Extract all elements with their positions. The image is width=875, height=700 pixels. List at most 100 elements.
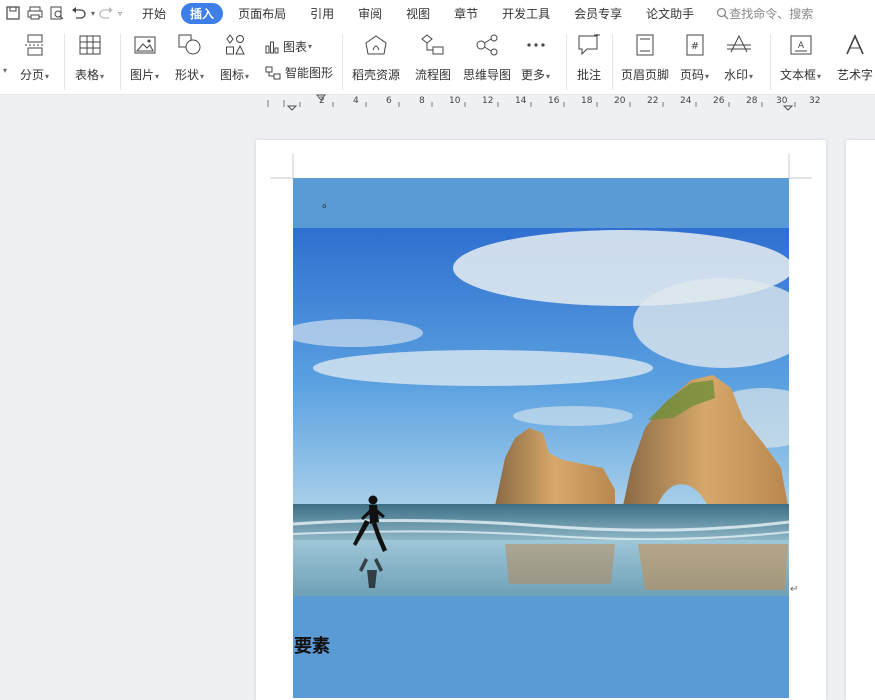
docer-resources-label: 稻壳资源 xyxy=(352,68,401,82)
page-break-icon xyxy=(22,32,48,58)
chart-label: 图表 xyxy=(283,40,308,54)
icon-label: 图标 xyxy=(220,68,245,82)
divider xyxy=(770,34,771,90)
wordart-icon xyxy=(842,32,868,58)
chart-button[interactable]: 图表 ▾ xyxy=(265,38,312,55)
customize-toolbar-icon[interactable]: ▿ xyxy=(118,9,122,18)
comment-button[interactable]: 批注 xyxy=(576,32,602,83)
shape-label: 形状 xyxy=(175,68,200,82)
svg-text:#: # xyxy=(690,41,698,52)
print-icon[interactable] xyxy=(24,2,46,24)
flowchart-label: 流程图 xyxy=(415,68,452,82)
divider xyxy=(120,34,121,90)
wordart-label: 艺术字 xyxy=(837,68,874,82)
more-icon xyxy=(523,32,549,58)
more-label: 更多 xyxy=(521,68,546,82)
undo-icon[interactable] xyxy=(68,2,90,24)
wordart-button[interactable]: 艺术字 xyxy=(837,32,873,83)
ruler-number: 30 xyxy=(776,96,788,106)
mindmap-label: 思维导图 xyxy=(463,68,512,82)
tabs: 开始 插入 页面布局 引用 审阅 视图 章节 开发工具 会员专享 论文助手 xyxy=(130,2,706,24)
shape-icon xyxy=(177,32,203,58)
chart-icon xyxy=(265,41,279,53)
ruler-number: 32 xyxy=(809,96,821,106)
textbox-icon: A xyxy=(788,32,814,58)
ruler-number: 24 xyxy=(680,96,692,106)
more-button[interactable]: 更多▾ xyxy=(521,32,550,83)
page-number-icon: # xyxy=(682,32,708,58)
paragraph-mark: ↵ xyxy=(790,584,799,595)
textbox-label: 文本框 xyxy=(780,68,817,82)
smart-art-label: 智能图形 xyxy=(285,66,334,80)
flowchart-button[interactable]: 流程图 xyxy=(415,32,451,83)
picture-label: 图片 xyxy=(130,68,155,82)
tab-home[interactable]: 开始 xyxy=(133,3,175,24)
tab-page-layout[interactable]: 页面布局 xyxy=(229,3,295,24)
page-break-label: 分页 xyxy=(20,68,45,82)
ruler-number: 28 xyxy=(746,96,758,106)
smart-art-button[interactable]: 智能图形 xyxy=(265,64,333,81)
picture-button[interactable]: 图片▾ xyxy=(130,32,159,83)
ruler-number: 18 xyxy=(581,96,593,106)
page-break-button[interactable]: 分页▾ xyxy=(20,32,49,83)
watermark-label: 水印 xyxy=(724,68,749,82)
table-button[interactable]: 表格▾ xyxy=(75,32,104,83)
ruler-number: 20 xyxy=(614,96,626,106)
ruler-number: 26 xyxy=(713,96,725,106)
watermark-button[interactable]: 水印▾ xyxy=(724,32,753,83)
paragraph-text: 。 xyxy=(322,196,335,210)
mindmap-button[interactable]: 思维导图 xyxy=(463,32,511,83)
search-icon xyxy=(717,7,729,19)
comment-label: 批注 xyxy=(576,68,601,82)
tab-developer[interactable]: 开发工具 xyxy=(493,3,559,24)
redo-icon[interactable] xyxy=(95,2,117,24)
tab-section[interactable]: 章节 xyxy=(445,3,487,24)
divider xyxy=(612,34,613,90)
inserted-picture[interactable] xyxy=(293,228,789,596)
divider xyxy=(64,34,65,90)
textbox-button[interactable]: A 文本框▾ xyxy=(780,32,821,83)
tab-insert[interactable]: 插入 xyxy=(181,2,224,24)
command-search[interactable]: 查找命令、搜索 xyxy=(716,5,813,22)
divider xyxy=(342,34,343,90)
print-preview-icon[interactable] xyxy=(46,2,68,24)
header-footer-icon xyxy=(632,32,658,58)
ruler-number: 22 xyxy=(647,96,659,106)
tab-references[interactable]: 引用 xyxy=(301,3,343,24)
menu-tab-bar: ▾ ▿ 开始 插入 页面布局 引用 审阅 视图 章节 开发工具 会员专享 论文助… xyxy=(0,0,875,26)
page-number-label: 页码 xyxy=(680,68,705,82)
header-footer-button[interactable]: 页眉页脚 xyxy=(621,32,669,83)
docer-icon xyxy=(363,32,389,58)
ribbon-scroll-left-icon[interactable]: ▾ xyxy=(2,66,7,75)
beach-landscape-image xyxy=(293,228,789,596)
mindmap-icon xyxy=(474,32,500,58)
ruler-number: 2 xyxy=(319,96,325,106)
picture-icon xyxy=(132,32,158,58)
table-label: 表格 xyxy=(75,68,100,82)
ruler-number: 10 xyxy=(449,96,461,106)
ruler-number: 4 xyxy=(353,96,359,106)
save-icon[interactable] xyxy=(2,2,24,24)
document-heading: 要素 xyxy=(294,636,330,657)
ruler-number: 6 xyxy=(386,96,392,106)
insert-ribbon: ▾ 分页▾ 表格▾ 图片▾ 形状▾ 图标▾ 图表 ▾ 智能图形 稻壳资源 流程图… xyxy=(0,26,875,95)
ruler-number: 14 xyxy=(515,96,527,106)
divider xyxy=(566,34,567,90)
icon-button[interactable]: 图标▾ xyxy=(220,32,249,83)
tab-view[interactable]: 视图 xyxy=(397,3,439,24)
icon-library-icon xyxy=(222,32,248,58)
table-icon xyxy=(77,32,103,58)
smart-art-icon xyxy=(265,66,281,79)
svg-text:A: A xyxy=(797,41,804,51)
ruler-number: 12 xyxy=(482,96,494,106)
tab-member[interactable]: 会员专享 xyxy=(565,3,631,24)
search-placeholder: 查找命令、搜索 xyxy=(729,6,814,21)
horizontal-ruler[interactable]: 2 4 6 8 10 12 14 16 18 20 22 24 26 28 30… xyxy=(262,94,822,112)
page-number-button[interactable]: # 页码▾ xyxy=(680,32,709,83)
tab-paper-assistant[interactable]: 论文助手 xyxy=(637,3,703,24)
docer-resources-button[interactable]: 稻壳资源 xyxy=(352,32,400,83)
tab-review[interactable]: 审阅 xyxy=(349,3,391,24)
quick-access-toolbar: ▾ ▿ xyxy=(0,2,122,24)
shape-button[interactable]: 形状▾ xyxy=(175,32,204,83)
ruler-number: 8 xyxy=(419,96,425,106)
